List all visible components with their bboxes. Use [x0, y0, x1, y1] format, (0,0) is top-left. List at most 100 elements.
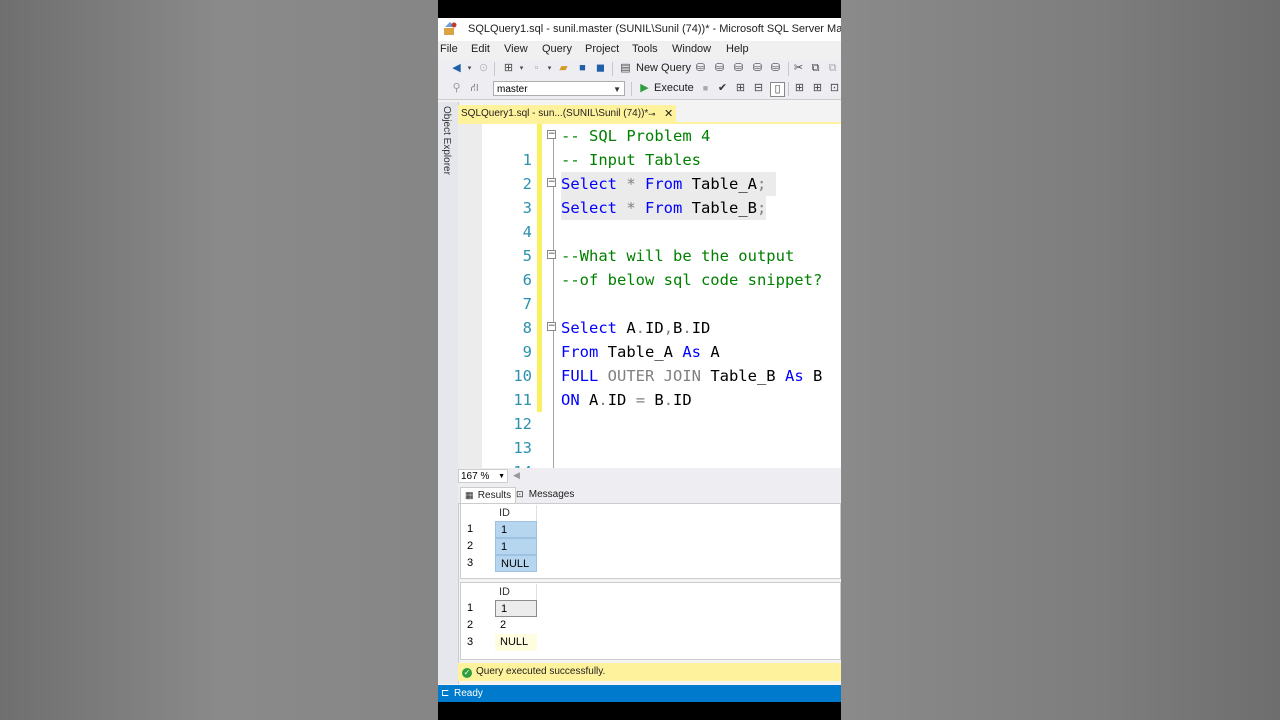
status-icon: ⊏ — [441, 688, 450, 699]
client-stats-icon[interactable]: ⊡ — [828, 82, 841, 95]
menu-query[interactable]: Query — [542, 43, 572, 55]
code-line: 3 − Select * From Table_A; — [458, 172, 841, 217]
result-grid-2[interactable]: ID 1 1 2 2 3 NULL — [460, 582, 841, 660]
column-header-id[interactable]: ID — [495, 584, 537, 600]
new-project-icon[interactable]: ⊞ — [502, 62, 515, 75]
mdx-query-icon[interactable]: ⛁ — [694, 62, 707, 75]
back-icon[interactable]: ◀ — [450, 62, 463, 75]
stop-icon[interactable]: ■ — [699, 82, 712, 95]
forward-icon[interactable]: ⊙ — [477, 62, 490, 75]
ssms-window: SQLQuery1.sql - sunil.master (SUNIL\Suni… — [438, 18, 841, 702]
display-plan-icon[interactable]: ⊞ — [734, 82, 747, 95]
copy-icon[interactable]: ⧉ — [809, 62, 822, 75]
menu-help[interactable]: Help — [726, 43, 749, 55]
paste-icon[interactable]: ⧉ — [826, 62, 839, 75]
close-icon[interactable]: ✕ — [664, 105, 673, 123]
add-item-icon[interactable]: ▫ — [530, 62, 543, 75]
grid-cell[interactable]: 2 — [495, 617, 537, 634]
change-marker — [537, 340, 542, 364]
fold-icon[interactable]: − — [547, 250, 556, 259]
code-line: 7 --of below sql code snippet? — [458, 268, 841, 313]
grid-cell[interactable]: 1 — [495, 600, 537, 617]
pin-icon[interactable]: ⊸ — [648, 105, 656, 123]
code-text: -- Input Tables — [561, 151, 701, 169]
menu-file[interactable]: File — [440, 43, 458, 55]
toolbar-separator — [494, 62, 495, 76]
column-header-id[interactable]: ID — [495, 505, 537, 521]
menu-edit[interactable]: Edit — [471, 43, 490, 55]
code-line: 15 — [458, 460, 841, 468]
fold-icon[interactable]: − — [547, 130, 556, 139]
query-status-text: Query executed successfully. — [476, 666, 606, 677]
results-to-icon[interactable]: ▯ — [770, 82, 785, 97]
change-connection-icon[interactable]: ⛙ — [468, 82, 481, 95]
tab-results[interactable]: ▦ Results — [460, 487, 517, 503]
tab-messages[interactable]: ⊡ Messages — [512, 487, 578, 502]
analysis-query-icon[interactable]: ⛁ — [751, 62, 764, 75]
video-frame: SQLQuery1.sql - sunil.master (SUNIL\Suni… — [438, 0, 841, 720]
app-status-bar: ⊏ Ready — [438, 685, 841, 702]
table-row[interactable]: 3 NULL — [461, 634, 840, 651]
zoom-select[interactable]: 167 % ▼ — [458, 469, 508, 483]
toolbar-separator — [788, 82, 789, 96]
tab-sqlquery1[interactable]: SQLQuery1.sql - sun...(SUNIL\Sunil (74))… — [458, 105, 676, 123]
table-row[interactable]: 3 NULL — [461, 555, 840, 572]
save-icon[interactable]: ■ — [576, 62, 589, 75]
menu-view[interactable]: View — [504, 43, 528, 55]
code-line: 9 − Select A.ID,B.ID — [458, 316, 841, 361]
code-text: Select * From Table_A; — [561, 172, 776, 196]
parse-icon[interactable]: ✔ — [716, 82, 729, 95]
table-row[interactable]: 1 1 — [461, 600, 840, 617]
dropdown-arrow-icon[interactable]: ▾ — [515, 62, 528, 75]
ready-text: Ready — [454, 688, 483, 699]
grid-cell[interactable]: 1 — [495, 538, 537, 555]
grid-cell[interactable]: NULL — [495, 555, 537, 572]
menu-bar: File Edit View Query Project Tools Windo… — [438, 41, 841, 59]
code-line: 8 — [458, 292, 841, 337]
grid-cell[interactable]: NULL — [495, 634, 537, 651]
open-folder-icon[interactable]: ▰ — [557, 62, 570, 75]
code-line: 14 — [458, 436, 841, 468]
chevron-down-icon: ▼ — [613, 85, 621, 94]
table-row[interactable]: 2 1 — [461, 538, 840, 555]
include-plan-icon[interactable]: ⊞ — [793, 82, 806, 95]
grid-cell[interactable]: 1 — [495, 521, 537, 538]
results-tabs: ▦ Results ⊡ Messages — [458, 485, 841, 504]
execute-icon[interactable]: ▶ — [638, 82, 651, 95]
save-all-icon[interactable]: ◼ — [594, 62, 607, 75]
xmla-query-icon[interactable]: ⛁ — [732, 62, 745, 75]
code-line: 1 − -- SQL Problem 4 — [458, 124, 841, 169]
scroll-left-icon[interactable]: ◀ — [513, 470, 520, 481]
query-designer-icon[interactable]: ⊟ — [752, 82, 765, 95]
result-grid-1[interactable]: ID 1 1 2 1 3 NULL — [460, 503, 841, 579]
execute-button[interactable]: Execute — [654, 82, 694, 94]
change-marker — [537, 268, 542, 292]
dax-query-icon[interactable]: ⛁ — [769, 62, 782, 75]
object-explorer-sidebar[interactable]: Object Explorer — [438, 102, 459, 684]
menu-project[interactable]: Project — [585, 43, 619, 55]
cut-icon[interactable]: ✂ — [792, 62, 805, 75]
new-query-icon[interactable]: ▤ — [619, 62, 632, 75]
change-marker — [537, 388, 542, 412]
menu-window[interactable]: Window — [672, 43, 711, 55]
query-editor[interactable]: 1 − -- SQL Problem 4 2 -- Input Tables 3… — [458, 124, 841, 468]
fold-icon[interactable]: − — [547, 322, 556, 331]
dropdown-arrow-icon[interactable]: ▾ — [543, 62, 556, 75]
row-number: 3 — [467, 636, 474, 648]
code-line: 11 FULL OUTER JOIN Table_B As B — [458, 364, 841, 409]
menu-tools[interactable]: Tools — [632, 43, 658, 55]
dropdown-arrow-icon[interactable]: ▾ — [463, 62, 476, 75]
new-query-button[interactable]: New Query — [636, 62, 691, 74]
fold-icon[interactable]: − — [547, 178, 556, 187]
dmx-query-icon[interactable]: ⛁ — [713, 62, 726, 75]
row-number: 1 — [467, 523, 474, 535]
object-explorer-label: Object Explorer — [441, 106, 452, 175]
database-select[interactable]: master ▼ — [493, 81, 625, 96]
table-row[interactable]: 2 2 — [461, 617, 840, 634]
code-line: 12 ON A.ID = B.ID — [458, 388, 841, 433]
live-stats-icon[interactable]: ⊞ — [811, 82, 824, 95]
sql-editor-toolbar: ⚲ ⛙ master ▼ ▶ Execute ■ ✔ ⊞ ⊟ ▯ ⊞ ⊞ ⊡ — [438, 79, 841, 100]
connect-icon[interactable]: ⚲ — [450, 82, 463, 95]
code-line: 4 Select * From Table_B; — [458, 196, 841, 241]
table-row[interactable]: 1 1 — [461, 521, 840, 538]
